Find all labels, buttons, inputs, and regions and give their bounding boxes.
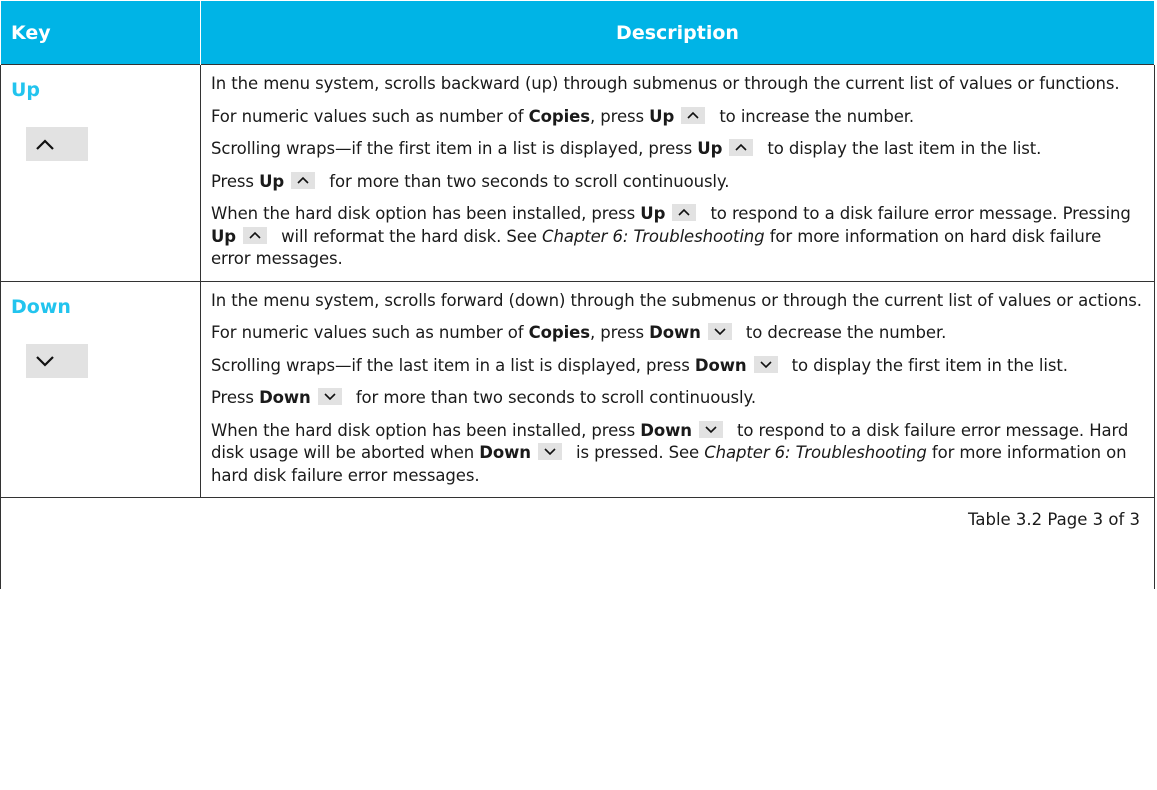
paragraph: When the hard disk option has been insta… bbox=[211, 204, 1131, 268]
paragraph: When the hard disk option has been insta… bbox=[211, 420, 1129, 485]
chapter-reference: Chapter 6: Troubleshooting bbox=[704, 443, 927, 462]
chevron-down-icon bbox=[707, 323, 732, 340]
paragraph: Scrolling wraps—if the first item in a l… bbox=[211, 139, 1042, 158]
table-row-up: Up In the menu system, scrolls backward … bbox=[0, 64, 1155, 282]
key-cell-up: Up bbox=[0, 64, 201, 282]
chevron-down-icon bbox=[753, 355, 778, 373]
up-key-button bbox=[26, 127, 88, 161]
paragraph: For numeric values such as number of Cop… bbox=[211, 323, 947, 342]
chevron-down-icon bbox=[317, 388, 342, 405]
paragraph: In the menu system, scrolls forward (dow… bbox=[211, 290, 1142, 310]
paragraph: Press Down for more than two seconds to … bbox=[211, 388, 756, 407]
description-cell-up: In the menu system, scrolls backward (up… bbox=[200, 64, 1155, 282]
paragraph: Press Up for more than two seconds to sc… bbox=[211, 171, 730, 191]
paragraph: For numeric values such as number of Cop… bbox=[211, 106, 915, 126]
key-name-up: Up bbox=[11, 79, 41, 101]
table-footer: Table 3.2 Page 3 of 3 bbox=[0, 497, 1155, 589]
table-row-down: Down In the menu system, scrolls forward… bbox=[0, 280, 1155, 498]
chevron-down-icon bbox=[537, 443, 562, 460]
chevron-up-icon bbox=[681, 106, 706, 124]
paragraph: In the menu system, scrolls backward (up… bbox=[211, 74, 1120, 93]
table-header-row: Key Description bbox=[0, 0, 1155, 65]
key-description-table: Key Description Up In the menu system, s… bbox=[0, 0, 1155, 589]
chevron-up-icon bbox=[729, 139, 754, 156]
description-cell-down: In the menu system, scrolls forward (dow… bbox=[200, 280, 1155, 498]
description-column-header: Description bbox=[200, 0, 1155, 65]
chevron-up-icon bbox=[672, 204, 697, 221]
chevron-up-icon bbox=[36, 139, 54, 150]
key-column-header: Key bbox=[0, 0, 201, 65]
chevron-up-icon bbox=[291, 171, 316, 189]
key-cell-down: Down bbox=[0, 280, 201, 498]
chapter-reference: Chapter 6: Troubleshooting bbox=[542, 226, 765, 246]
paragraph: Scrolling wraps—if the last item in a li… bbox=[211, 355, 1068, 375]
chevron-down-icon bbox=[698, 420, 723, 438]
table-footer-row: Table 3.2 Page 3 of 3 bbox=[0, 497, 1155, 589]
chevron-down-icon bbox=[36, 355, 54, 367]
chevron-up-icon bbox=[243, 226, 268, 244]
down-key-button bbox=[26, 343, 88, 378]
key-name-down: Down bbox=[11, 295, 71, 318]
